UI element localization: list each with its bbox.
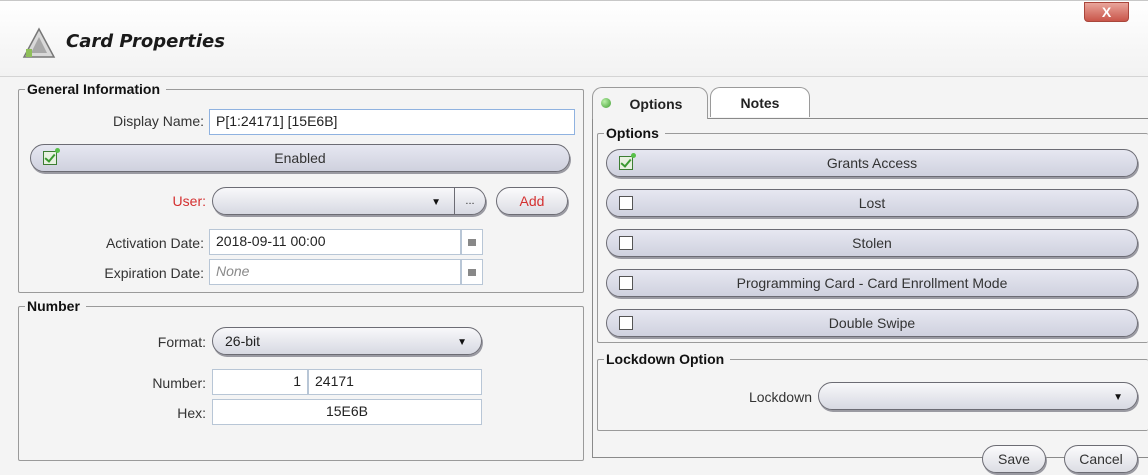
hex-label: Hex: [177, 405, 206, 421]
number-legend: Number [27, 298, 80, 314]
add-label: Add [519, 193, 545, 209]
user-label: User: [172, 193, 206, 209]
format-value: 26-bit [225, 333, 261, 349]
number-label: Number: [152, 375, 206, 391]
facility-code-input[interactable]: 1 [212, 369, 308, 395]
user-dropdown[interactable]: ▼ [212, 187, 456, 215]
tab-notes[interactable]: Notes [710, 87, 810, 117]
enabled-toggle[interactable]: Enabled [30, 144, 570, 172]
option-label: Grants Access [826, 155, 918, 171]
option-stolen[interactable]: Stolen [606, 229, 1138, 257]
close-icon: X [1101, 4, 1112, 20]
option-label: Stolen [852, 235, 892, 251]
activation-date-input[interactable]: 2018-09-11 00:00 [209, 229, 461, 255]
lost-checkbox-icon[interactable] [619, 196, 633, 210]
enabled-checkbox-icon[interactable] [43, 148, 60, 165]
status-dot-icon [601, 98, 611, 108]
display-name-input[interactable]: P[1:24171] [15E6B] [209, 109, 575, 135]
calendar-icon [468, 238, 476, 246]
lockdown-label: Lockdown [748, 389, 812, 405]
tab-notes-label: Notes [740, 94, 780, 111]
chevron-down-icon: ▼ [1113, 392, 1123, 403]
grants-access-checkbox-icon[interactable] [619, 153, 636, 170]
chevron-down-icon: ▼ [457, 337, 467, 348]
chevron-down-icon: ▼ [431, 197, 441, 208]
cancel-button[interactable]: Cancel [1064, 445, 1138, 473]
options-legend: Options [606, 125, 659, 141]
browse-label: ... [465, 195, 475, 207]
cancel-label: Cancel [1079, 451, 1123, 467]
tab-options[interactable]: Options [592, 87, 708, 119]
window-title: Card Properties [66, 31, 225, 52]
activation-date-picker[interactable] [461, 229, 483, 255]
programming-card-checkbox-icon[interactable] [619, 276, 633, 290]
lockdown-option-legend: Lockdown Option [606, 351, 725, 367]
calendar-icon [468, 268, 476, 276]
option-label: Programming Card - Card Enrollment Mode [736, 275, 1008, 291]
close-button[interactable]: X [1084, 2, 1129, 22]
option-lost[interactable]: Lost [606, 189, 1138, 217]
display-name-label: Display Name: [112, 113, 204, 129]
lockdown-dropdown[interactable]: ▼ [818, 382, 1138, 410]
title-bar[interactable]: Card Properties X [0, 1, 1148, 77]
option-label: Lost [858, 195, 886, 211]
format-label: Format: [157, 334, 206, 350]
double-swipe-checkbox-icon[interactable] [619, 316, 633, 330]
card-properties-dialog: Card Properties X General Information Di… [0, 0, 1148, 475]
hex-value-field[interactable]: 15E6B [212, 399, 482, 425]
app-logo-icon [22, 27, 56, 58]
enabled-label: Enabled [274, 150, 326, 166]
tab-options-label: Options [629, 95, 683, 112]
activation-date-label: Activation Date: [105, 235, 204, 251]
option-grants-access[interactable]: Grants Access [606, 149, 1138, 177]
add-user-button[interactable]: Add [496, 187, 568, 215]
user-browse-button[interactable]: ... [454, 187, 486, 215]
save-label: Save [998, 451, 1030, 467]
general-information-legend: General Information [27, 81, 161, 97]
save-button[interactable]: Save [982, 445, 1046, 473]
format-dropdown[interactable]: 26-bit ▼ [212, 327, 482, 355]
expiration-date-picker[interactable] [461, 259, 483, 285]
option-label: Double Swipe [828, 315, 916, 331]
option-programming-card[interactable]: Programming Card - Card Enrollment Mode [606, 269, 1138, 297]
expiration-date-input[interactable]: None [209, 259, 461, 285]
expiration-date-label: Expiration Date: [104, 265, 204, 281]
option-double-swipe[interactable]: Double Swipe [606, 309, 1138, 337]
stolen-checkbox-icon[interactable] [619, 236, 633, 250]
card-number-input[interactable]: 24171 [308, 369, 482, 395]
